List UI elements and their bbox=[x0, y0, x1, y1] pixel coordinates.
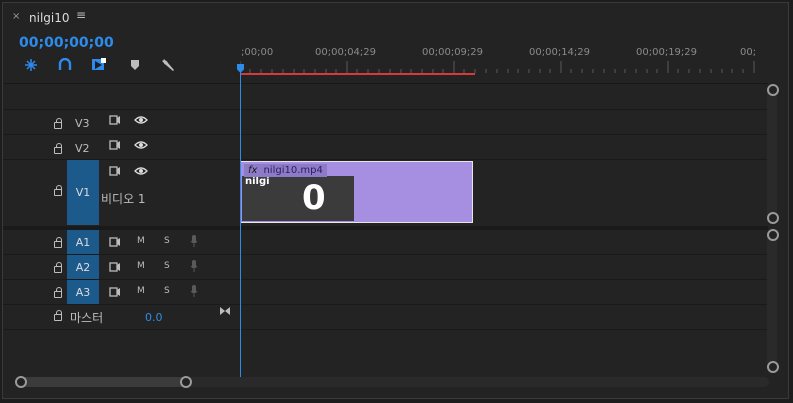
scrollbar-handle[interactable] bbox=[767, 229, 779, 241]
sync-lock-icon[interactable] bbox=[109, 287, 121, 300]
ruler-label: ;00;00 bbox=[241, 47, 274, 58]
track-target-a1[interactable]: A1 bbox=[67, 230, 99, 254]
track-row-master bbox=[3, 304, 768, 330]
scrollbar-handle[interactable] bbox=[767, 361, 779, 373]
eye-icon[interactable] bbox=[134, 140, 148, 153]
linked-selection-icon[interactable] bbox=[56, 56, 74, 74]
marker-icon[interactable] bbox=[126, 56, 144, 74]
scrollbar-handle[interactable] bbox=[15, 376, 27, 388]
sync-lock-icon[interactable] bbox=[109, 166, 121, 179]
sync-lock-icon[interactable] bbox=[109, 140, 121, 153]
close-tab-icon[interactable]: × bbox=[12, 11, 20, 22]
thumbnail-digit: 0 bbox=[302, 178, 326, 218]
lock-icon[interactable] bbox=[54, 310, 62, 321]
mute-button[interactable]: M bbox=[137, 286, 145, 296]
video-clip[interactable]: nilgi 0 fx nilgi10.mp4 bbox=[240, 161, 473, 223]
clip-thumbnail: nilgi 0 bbox=[242, 176, 354, 221]
tab-bar: × nilgi10 ≡ bbox=[3, 3, 788, 33]
track-target-a3[interactable]: A3 bbox=[67, 280, 99, 304]
scrollbar-handle[interactable] bbox=[767, 84, 779, 96]
divider bbox=[3, 83, 768, 84]
video-vertical-scrollbar[interactable] bbox=[767, 86, 777, 224]
eye-icon[interactable] bbox=[134, 115, 148, 128]
lock-icon[interactable] bbox=[54, 118, 62, 129]
lock-icon[interactable] bbox=[54, 262, 62, 273]
playhead-line[interactable] bbox=[240, 65, 241, 379]
work-area-bar[interactable] bbox=[241, 73, 475, 75]
ruler-label: 00; bbox=[740, 47, 757, 58]
ruler-label: 00;00;04;29 bbox=[315, 47, 377, 58]
audio-vertical-scrollbar[interactable] bbox=[767, 231, 777, 371]
master-track-name: 마스터 bbox=[70, 311, 104, 325]
lock-icon[interactable] bbox=[54, 143, 62, 154]
panel-menu-icon[interactable]: ≡ bbox=[76, 8, 86, 22]
solo-button[interactable]: S bbox=[164, 261, 170, 271]
sync-lock-icon[interactable] bbox=[109, 262, 121, 275]
solo-button[interactable]: S bbox=[164, 286, 170, 296]
track-target-a2[interactable]: A2 bbox=[67, 255, 99, 279]
mute-button[interactable]: M bbox=[137, 261, 145, 271]
microphone-icon[interactable] bbox=[190, 285, 198, 300]
wrench-icon[interactable] bbox=[159, 56, 177, 74]
timecode-display[interactable]: 00;00;00;00 bbox=[19, 35, 114, 51]
microphone-icon[interactable] bbox=[190, 260, 198, 275]
snap-icon[interactable] bbox=[22, 56, 40, 74]
scrollbar-handle[interactable] bbox=[767, 212, 779, 224]
master-meter-icon[interactable] bbox=[219, 306, 231, 319]
track-name-v3: V3 bbox=[75, 117, 90, 130]
lock-icon[interactable] bbox=[54, 237, 62, 248]
microphone-icon[interactable] bbox=[190, 235, 198, 250]
horizontal-scrollbar-thumb[interactable] bbox=[21, 377, 187, 387]
scrollbar-handle[interactable] bbox=[180, 376, 192, 388]
fx-badge[interactable]: fx bbox=[248, 165, 257, 176]
clip-header: fx nilgi10.mp4 bbox=[244, 164, 327, 177]
sync-lock-icon[interactable] bbox=[109, 237, 121, 250]
track-name-v2: V2 bbox=[75, 142, 90, 155]
add-marker-icon[interactable] bbox=[90, 56, 108, 74]
solo-button[interactable]: S bbox=[164, 236, 170, 246]
master-volume-value[interactable]: 0.0 bbox=[145, 311, 163, 324]
ruler-label: 00;00;19;29 bbox=[636, 47, 698, 58]
track-target-v1[interactable]: V1 bbox=[67, 160, 99, 225]
ruler-label: 00;00;09;29 bbox=[422, 47, 484, 58]
ruler-label: 00;00;14;29 bbox=[529, 47, 591, 58]
lock-icon[interactable] bbox=[54, 185, 62, 196]
tab-title[interactable]: nilgi10 bbox=[29, 11, 70, 25]
timeline-panel: × nilgi10 ≡ 00;00;00;00 ;00;00 00;00;04;… bbox=[2, 2, 789, 399]
lock-icon[interactable] bbox=[54, 287, 62, 298]
mute-button[interactable]: M bbox=[137, 236, 145, 246]
eye-icon[interactable] bbox=[134, 166, 148, 179]
track-name-v1: 비디오 1 bbox=[101, 192, 146, 206]
clip-name: nilgi10.mp4 bbox=[263, 165, 323, 176]
thumbnail-text: nilgi bbox=[245, 176, 270, 187]
sync-lock-icon[interactable] bbox=[109, 115, 121, 128]
